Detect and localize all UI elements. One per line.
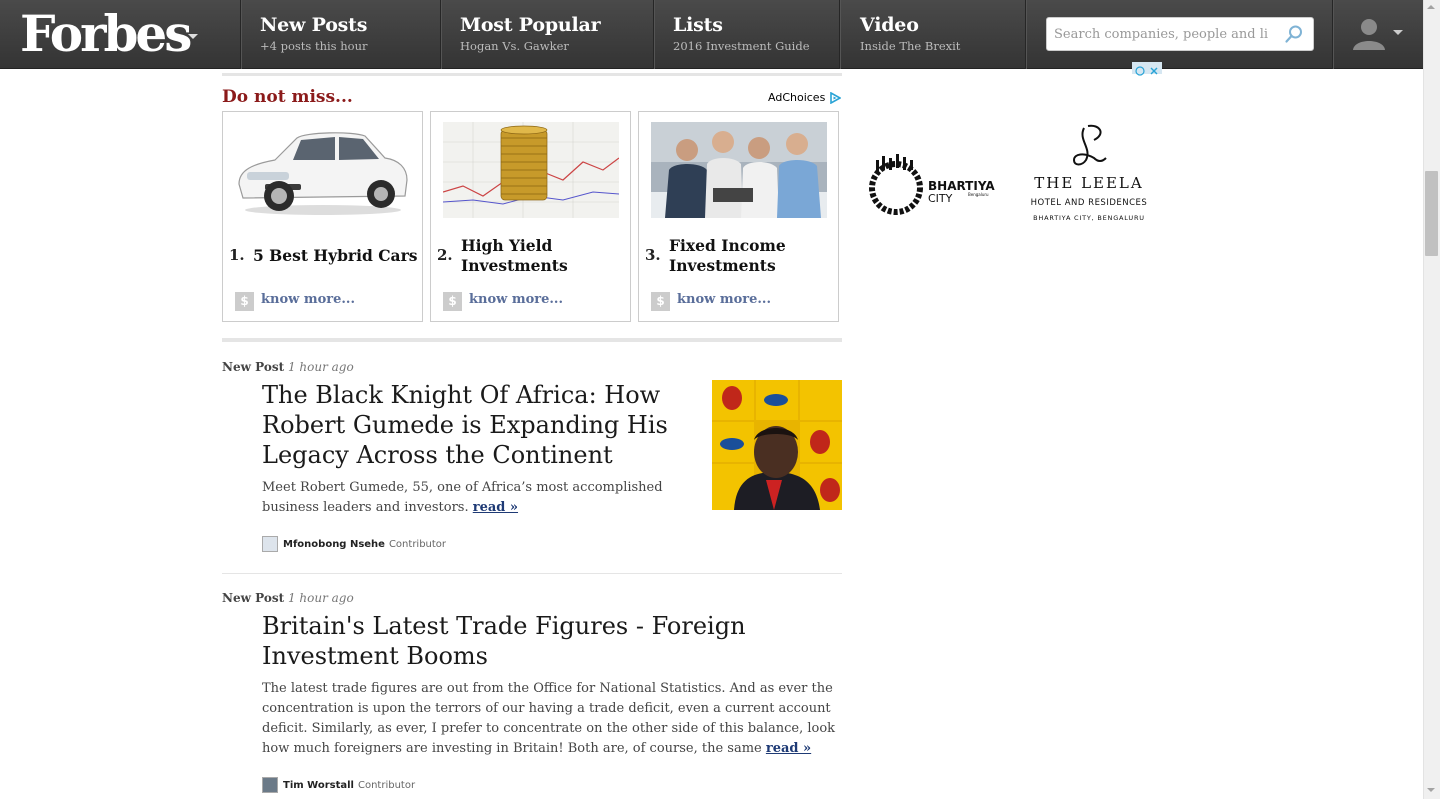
read-more-link[interactable]: read » [473, 500, 518, 515]
nav-lists[interactable]: Lists 2016 Investment Guide [673, 13, 810, 55]
user-menu-chevron-down-icon[interactable] [1393, 30, 1403, 35]
scroll-up-arrow-icon[interactable] [1427, 5, 1435, 9]
card-title[interactable]: Fixed Income Investments [669, 236, 809, 276]
section-divider [222, 338, 842, 342]
post-excerpt-text: Meet Robert Gumede, 55, one of Africa’s … [262, 480, 663, 515]
logo-chevron-down-icon[interactable] [188, 34, 198, 39]
nav-item-title: New Posts [260, 14, 368, 36]
promo-card[interactable]: 1. 5 Best Hybrid Cars $ know more... [222, 111, 423, 322]
post-divider [222, 573, 842, 574]
post-byline: Mfonobong Nsehe Contributor [262, 536, 446, 552]
author-name[interactable]: Mfonobong Nsehe [283, 539, 385, 550]
nav-divider [1332, 0, 1333, 69]
leela-sub-text: HOTEL AND RESIDENCES [1031, 198, 1148, 208]
post-meta: New Post 1 hour ago [222, 591, 354, 605]
adchoices-label: AdChoices [768, 91, 826, 104]
nav-divider [240, 0, 241, 69]
post-excerpt-text: The latest trade figures are out from th… [262, 681, 836, 756]
adchoices-icon [830, 91, 842, 104]
card-number: 2. [437, 246, 453, 264]
dollar-icon: $ [235, 292, 254, 311]
hybrid-car-image [235, 122, 411, 218]
leela-location-text: BHARTIYA CITY, BENGALURU [1033, 214, 1145, 222]
know-more-link[interactable]: know more... [261, 292, 355, 307]
post-kind: New Post [222, 360, 285, 374]
post-kind: New Post [222, 591, 285, 605]
nav-item-title: Lists [673, 14, 723, 36]
promo-card[interactable]: 2. High Yield Investments $ know more... [430, 111, 631, 322]
bhartiya-logo-text: BHARTIYA [928, 179, 995, 193]
card-number: 3. [645, 246, 661, 264]
post-excerpt: Meet Robert Gumede, 55, one of Africa’s … [262, 478, 702, 518]
top-nav-bar: Forbes New Posts +4 posts this hour Most… [0, 0, 1423, 69]
nav-video[interactable]: Video Inside The Brexit [860, 13, 960, 55]
bhartiya-city-text: CITY [928, 192, 953, 205]
bhartiya-tag-text: Bengaluru [968, 192, 989, 197]
ad-info-close-icon [1135, 66, 1158, 76]
nav-item-subtitle: Hogan Vs. Gawker [460, 39, 569, 53]
sidebar-advertisement[interactable]: BHARTIYA CITY Bengaluru THE LEELA HOTEL … [862, 100, 1162, 240]
adchoices-link[interactable]: AdChoices [768, 91, 842, 104]
post-title[interactable]: Britain's Latest Trade Figures - Foreign… [262, 611, 762, 671]
vertical-scrollbar[interactable] [1423, 0, 1440, 799]
ad-close-button[interactable] [1132, 62, 1162, 76]
nav-divider [440, 0, 441, 69]
post-title[interactable]: The Black Knight Of Africa: How Robert G… [262, 380, 702, 470]
author-avatar[interactable] [262, 536, 278, 552]
post-meta: New Post 1 hour ago [222, 360, 354, 374]
know-more-link[interactable]: know more... [677, 292, 771, 307]
author-name[interactable]: Tim Worstall [283, 780, 354, 791]
search-input[interactable] [1047, 18, 1275, 50]
business-meeting-image [651, 122, 827, 218]
card-title[interactable]: High Yield Investments [461, 236, 601, 276]
search-box [1046, 17, 1314, 51]
promo-card[interactable]: 3. Fixed Income Investments $ know more.… [638, 111, 839, 322]
know-more-link[interactable]: know more... [469, 292, 563, 307]
do-not-miss-heading: Do not miss... [222, 87, 353, 107]
post-excerpt: The latest trade figures are out from th… [262, 679, 842, 759]
nav-most-popular[interactable]: Most Popular Hogan Vs. Gawker [460, 13, 601, 55]
nav-divider [653, 0, 654, 69]
nav-item-subtitle: +4 posts this hour [260, 39, 368, 53]
coins-chart-image [443, 122, 619, 218]
section-divider [222, 73, 842, 76]
post-byline: Tim Worstall Contributor [262, 777, 415, 793]
nav-divider [839, 0, 840, 69]
forbes-logo[interactable]: Forbes [20, 6, 192, 62]
read-more-link[interactable]: read » [766, 741, 811, 756]
nav-item-subtitle: Inside The Brexit [860, 39, 961, 53]
post-age: 1 hour ago [287, 360, 354, 374]
card-title[interactable]: 5 Best Hybrid Cars [253, 246, 417, 266]
author-role: Contributor [388, 538, 447, 550]
bhartiya-leela-ad-image: BHARTIYA CITY Bengaluru THE LEELA HOTEL … [869, 124, 1148, 222]
nav-item-title: Video [860, 14, 919, 36]
card-number: 1. [229, 246, 245, 264]
dollar-icon: $ [651, 292, 670, 311]
author-role: Contributor [357, 779, 416, 791]
nav-divider [1025, 0, 1026, 69]
nav-item-title: Most Popular [460, 14, 601, 36]
scroll-down-arrow-icon[interactable] [1427, 788, 1435, 792]
post-thumbnail[interactable] [712, 380, 842, 510]
nav-new-posts[interactable]: New Posts +4 posts this hour [260, 13, 367, 55]
nav-item-subtitle: 2016 Investment Guide [673, 39, 810, 53]
dollar-icon: $ [443, 292, 462, 311]
post-age: 1 hour ago [287, 591, 354, 605]
scrollbar-thumb[interactable] [1425, 171, 1438, 256]
leela-logo-text: THE LEELA [1034, 174, 1143, 192]
user-avatar-icon[interactable] [1350, 14, 1388, 52]
search-icon[interactable] [1284, 24, 1304, 44]
author-avatar[interactable] [262, 777, 278, 793]
